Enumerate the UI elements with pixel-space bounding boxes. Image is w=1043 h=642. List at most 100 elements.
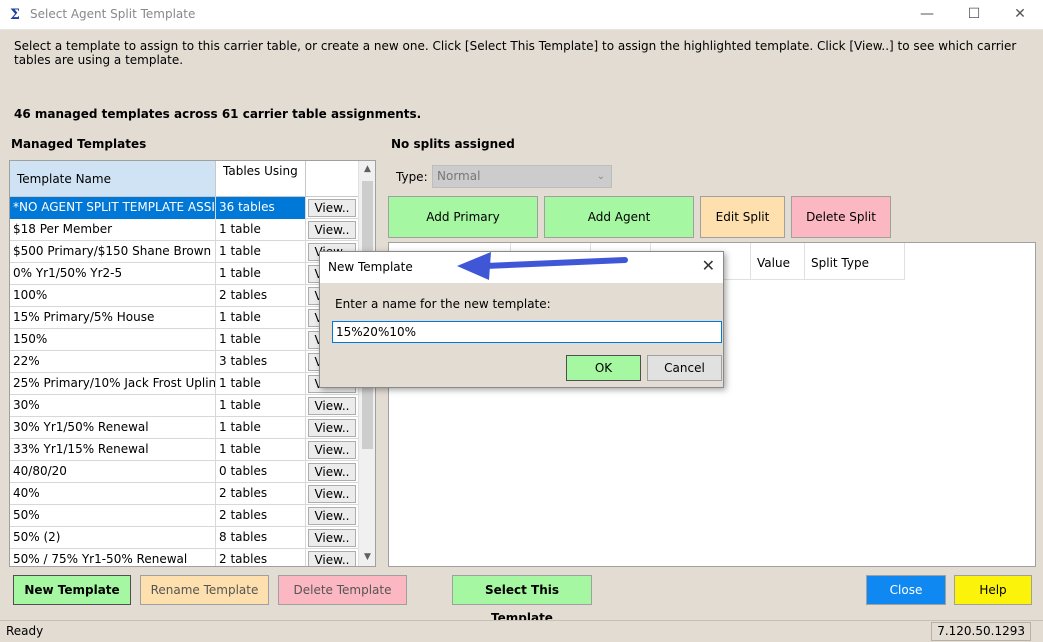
tables-using-cell: 1 table	[216, 329, 306, 351]
tables-using-cell: 2 tables	[216, 285, 306, 307]
table-row[interactable]: $500 Primary/$150 Shane Brown Ad...1 tab…	[10, 241, 359, 263]
dropdown-chevron-icon: ⌄	[596, 171, 605, 182]
template-name-cell: 100%	[10, 285, 216, 307]
scroll-down-icon[interactable]: ▼	[359, 549, 375, 566]
col-header-tables-using[interactable]: Tables Using	[216, 161, 306, 197]
table-row[interactable]: 22%3 tablesView..	[10, 351, 359, 373]
view-button[interactable]: View..	[308, 419, 356, 437]
table-row[interactable]: 50% 2 tables View..	[10, 505, 359, 527]
dialog-prompt: Enter a name for the new template:	[335, 297, 551, 311]
template-name-cell: 150%	[10, 329, 216, 351]
col-header-view	[306, 161, 359, 197]
managed-templates-label: Managed Templates	[11, 137, 147, 151]
tables-using-cell: 36 tables	[216, 197, 306, 219]
delete-split-button[interactable]: Delete Split	[791, 196, 891, 238]
col-header-split-type[interactable]: Split Type	[805, 243, 905, 280]
title-bar: Σ Select Agent Split Template — ☐ ✕	[0, 0, 1043, 30]
tables-using-cell: 1 table	[216, 241, 306, 263]
template-name-cell: *NO AGENT SPLIT TEMPLATE ASSI...	[10, 197, 216, 219]
view-button[interactable]: View..	[308, 551, 356, 566]
instructions-text: Select a template to assign to this carr…	[14, 39, 1017, 67]
tables-using-cell: 2 tables	[216, 505, 306, 527]
scroll-up-icon[interactable]: ▲	[359, 161, 375, 178]
template-rows: *NO AGENT SPLIT TEMPLATE ASSI... 36 table…	[10, 197, 359, 566]
table-row[interactable]: 100%2 tablesView..	[10, 285, 359, 307]
table-row[interactable]: 150%1 tableView..	[10, 329, 359, 351]
view-button[interactable]: View..	[308, 441, 356, 459]
close-icon[interactable]: ✕	[702, 256, 715, 275]
view-button[interactable]: View..	[308, 221, 356, 239]
table-row[interactable]: 50% (2) 8 tables View..	[10, 527, 359, 549]
rename-template-button[interactable]: Rename Template	[140, 575, 269, 605]
table-row[interactable]: 33% Yr1/15% Renewal 1 table View..	[10, 439, 359, 461]
tables-using-cell: 1 table	[216, 307, 306, 329]
help-button[interactable]: Help	[954, 575, 1032, 605]
tables-using-cell: 2 tables	[216, 483, 306, 505]
view-button[interactable]: View..	[308, 199, 356, 217]
template-name-cell: 50%	[10, 505, 216, 527]
table-row[interactable]: 15% Primary/5% House1 tableView..	[10, 307, 359, 329]
minimize-icon[interactable]: —	[904, 0, 950, 30]
tables-using-cell: 1 table	[216, 373, 306, 395]
col-header-template-name[interactable]: Template Name	[10, 161, 216, 197]
table-row[interactable]: 40/80/20 0 tables View..	[10, 461, 359, 483]
delete-template-button[interactable]: Delete Template	[278, 575, 407, 605]
type-label: Type:	[396, 170, 428, 184]
cancel-button[interactable]: Cancel	[647, 355, 722, 381]
type-select-value: Normal	[437, 169, 481, 183]
tables-using-cell: 0 tables	[216, 461, 306, 483]
tables-using-cell: 1 table	[216, 263, 306, 285]
close-icon[interactable]: ✕	[997, 0, 1043, 30]
add-agent-button[interactable]: Add Agent	[544, 196, 694, 238]
table-row[interactable]: 0% Yr1/50% Yr2-51 tableView..	[10, 263, 359, 285]
tables-using-cell: 2 tables	[216, 549, 306, 566]
view-button[interactable]: View..	[308, 485, 356, 503]
maximize-icon[interactable]: ☐	[951, 0, 997, 30]
template-name-cell: 40%	[10, 483, 216, 505]
summary-text: 46 managed templates across 61 carrier t…	[14, 107, 422, 121]
view-button[interactable]: View..	[308, 463, 356, 481]
template-name-input[interactable]	[332, 321, 722, 343]
table-row[interactable]: 40% 2 tables View..	[10, 483, 359, 505]
template-name-cell: 40/80/20	[10, 461, 216, 483]
tables-using-cell: 1 table	[216, 439, 306, 461]
app-logo-icon: Σ	[10, 7, 20, 23]
type-select[interactable]: Normal ⌄	[432, 165, 612, 188]
template-name-cell: 50% (2)	[10, 527, 216, 549]
status-bar: Ready 7.120.50.1293	[0, 620, 1043, 642]
template-name-cell: 30% Yr1/50% Renewal	[10, 417, 216, 439]
tables-using-cell: 3 tables	[216, 351, 306, 373]
edit-split-button[interactable]: Edit Split	[700, 196, 785, 238]
table-row[interactable]: 30% Yr1/50% Renewal 1 table View..	[10, 417, 359, 439]
table-row[interactable]: 30% 1 table View..	[10, 395, 359, 417]
template-name-cell: $500 Primary/$150 Shane Brown Ad...	[10, 241, 216, 263]
tables-using-cell: 1 table	[216, 219, 306, 241]
status-text: Ready	[6, 624, 44, 638]
tables-using-cell: 1 table	[216, 417, 306, 439]
dialog-title: New Template	[328, 260, 413, 274]
select-this-template-button[interactable]: Select This Template	[452, 575, 592, 625]
annotation-arrow-icon	[457, 252, 628, 280]
tables-using-cell: 1 table	[216, 395, 306, 417]
window-title: Select Agent Split Template	[30, 7, 196, 21]
table-row[interactable]: $18 Per Member 1 table View..	[10, 219, 359, 241]
template-name-cell: 22%	[10, 351, 216, 373]
close-button[interactable]: Close	[866, 575, 946, 605]
template-name-cell: 15% Primary/5% House	[10, 307, 216, 329]
view-button[interactable]: View..	[308, 397, 356, 415]
table-row[interactable]: 25% Primary/10% Jack Frost Upline ...1 t…	[10, 373, 359, 395]
tables-using-cell: 8 tables	[216, 527, 306, 549]
table-row[interactable]: 50% / 75% Yr1-50% Renewal 2 tables View..	[10, 549, 359, 566]
template-name-cell: $18 Per Member	[10, 219, 216, 241]
version-label: 7.120.50.1293	[931, 622, 1031, 641]
table-row[interactable]: *NO AGENT SPLIT TEMPLATE ASSI... 36 table…	[10, 197, 359, 219]
ok-button[interactable]: OK	[566, 355, 641, 381]
col-header-value[interactable]: Value	[751, 243, 805, 280]
template-name-cell: 50% / 75% Yr1-50% Renewal	[10, 549, 216, 566]
view-button[interactable]: View..	[308, 507, 356, 525]
new-template-button[interactable]: New Template	[13, 575, 131, 605]
template-name-cell: 25% Primary/10% Jack Frost Upline ...	[10, 373, 216, 395]
add-primary-button[interactable]: Add Primary	[388, 196, 538, 238]
view-button[interactable]: View..	[308, 529, 356, 547]
template-name-cell: 30%	[10, 395, 216, 417]
